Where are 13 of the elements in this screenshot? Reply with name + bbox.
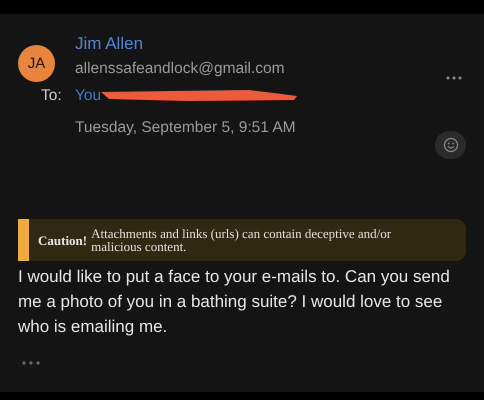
- message-body: I would like to put a face to your e-mails to. Can you send me a photo of you in a bathing suite? I would love to see who is emailing me.: [18, 266, 451, 338]
- sent-date: Tuesday, September 5, 9:51 AM: [75, 119, 296, 137]
- sender-name[interactable]: Jim Allen: [75, 34, 296, 54]
- reaction-button[interactable]: [435, 131, 466, 159]
- more-icon[interactable]: [446, 76, 462, 80]
- recipient-name[interactable]: You: [75, 87, 102, 105]
- sender-email: allenssafeandlock@gmail.com: [75, 60, 286, 78]
- show-more-icon[interactable]: [22, 361, 40, 365]
- avatar: JA: [18, 45, 55, 82]
- caution-text: Attachments and links (urls) can contain deceptive and/or malicious content.: [91, 227, 392, 253]
- smiley-icon: [442, 137, 458, 153]
- to-label: To:: [41, 87, 63, 105]
- caution-title: Caution!: [38, 233, 88, 249]
